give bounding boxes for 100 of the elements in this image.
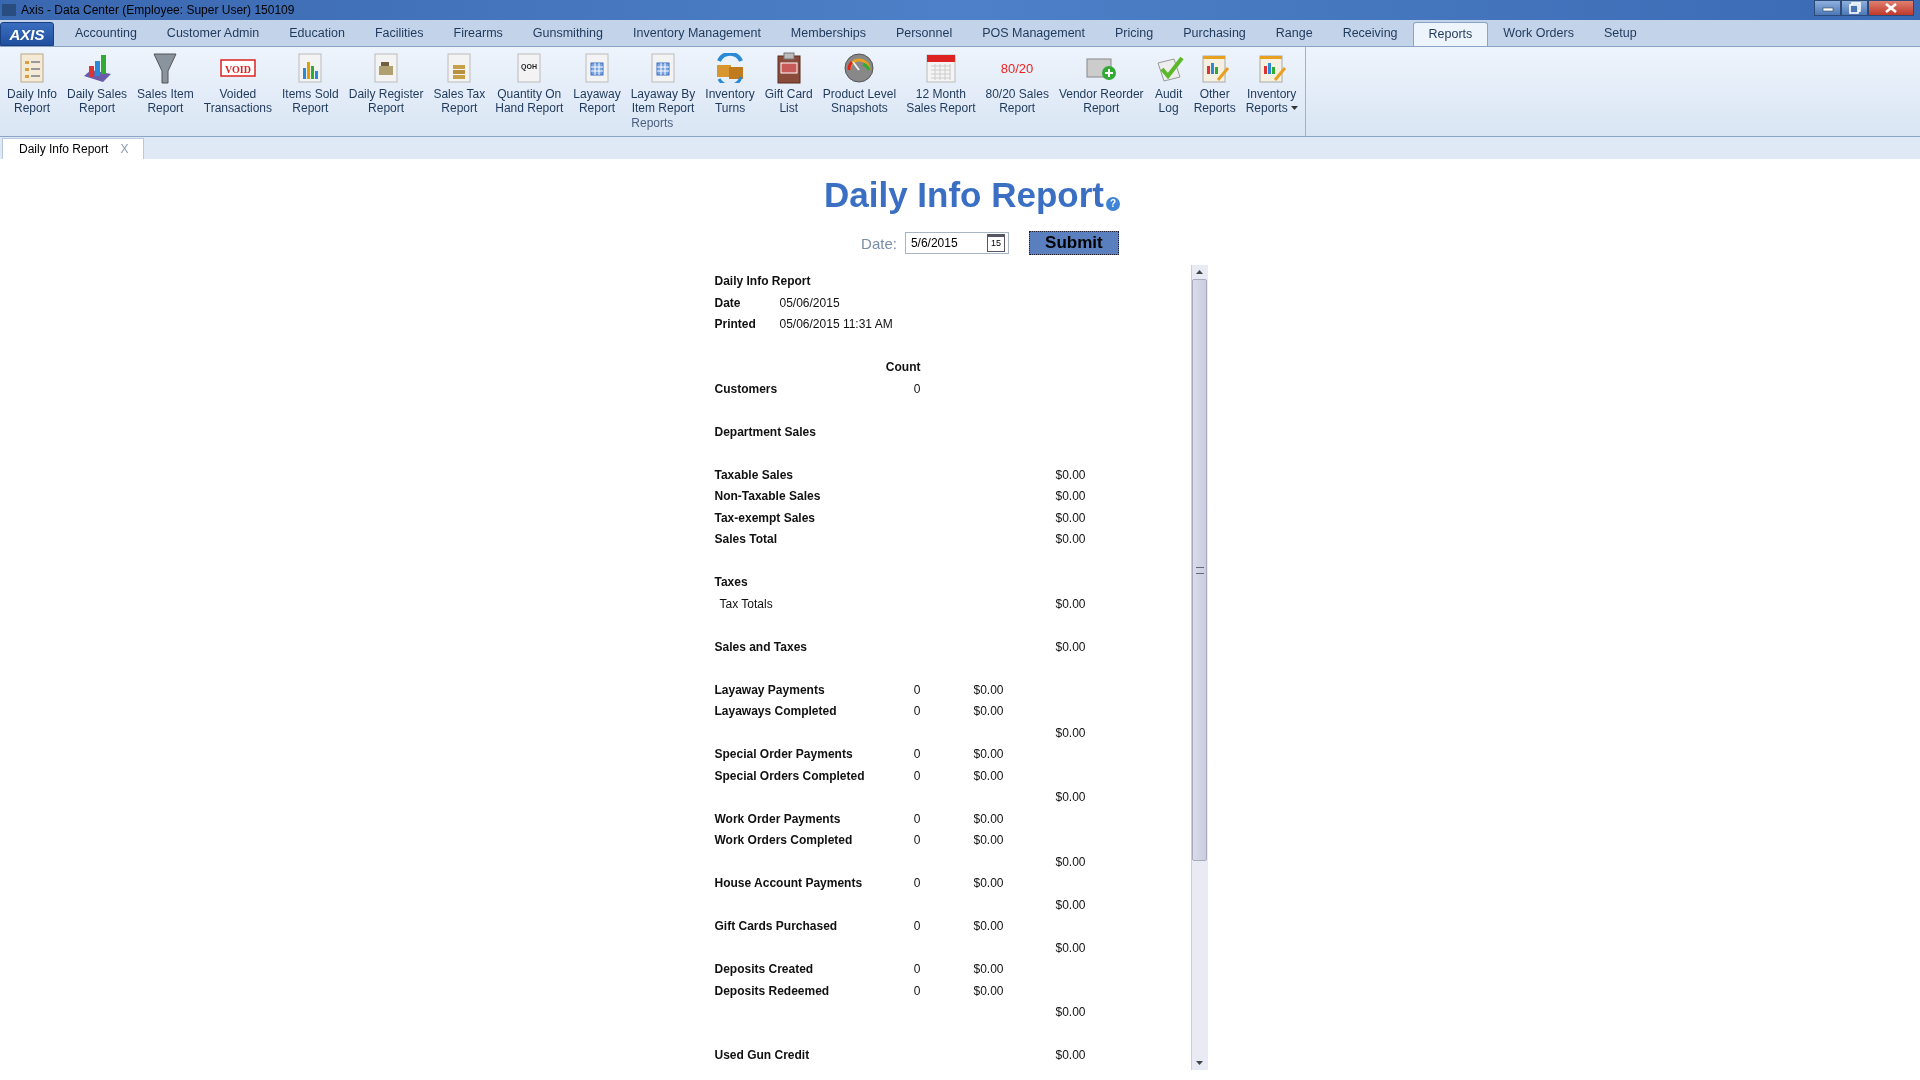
menu-tab[interactable]: Pricing	[1100, 22, 1169, 46]
window-title: Axis - Data Center (Employee: Super User) 150109	[21, 3, 296, 17]
total-value: $0.00	[1055, 790, 1086, 804]
ribbon-button[interactable]: Inventory Reports	[1240, 47, 1303, 115]
menu-tab[interactable]: Gunsmithing	[517, 22, 618, 46]
ribbon-button[interactable]: Layaway By Item Report	[625, 47, 701, 115]
row-label: House Account Payments	[714, 876, 863, 890]
row-label: Non-Taxable Sales	[714, 489, 821, 503]
menu-tab[interactable]: Receiving	[1327, 22, 1413, 46]
menu-tab[interactable]: Range	[1260, 22, 1328, 46]
total-value: $0.00	[1055, 467, 1086, 482]
ratio-icon: 80/20	[999, 54, 1036, 82]
help-button[interactable]: ?	[1106, 197, 1120, 211]
menu-tab[interactable]: POS Management	[967, 22, 1101, 46]
cash-register-icon	[373, 52, 400, 84]
row-label: Sales Total	[714, 532, 777, 546]
total-value: $0.00	[1055, 940, 1086, 955]
date-field[interactable]: 5/6/2015 15	[904, 232, 1009, 254]
amount-value: $0.00	[973, 833, 1004, 847]
ribbon-button[interactable]: Product Level Snapshots	[817, 47, 902, 115]
menu-tab[interactable]: Purchasing	[1168, 22, 1261, 46]
menu-tab[interactable]: Customer Admin	[151, 22, 275, 46]
document-tab-title[interactable]: Daily Info Report	[19, 142, 109, 156]
column-header: Count	[884, 359, 921, 376]
menu-tab[interactable]: Reports	[1412, 22, 1489, 46]
ribbon-button[interactable]: Other Reports	[1188, 47, 1241, 115]
report-edit-icon	[1199, 52, 1230, 84]
count-value: 0	[913, 833, 921, 847]
row-label: Layaway Payments	[714, 682, 825, 697]
menu-tab[interactable]: Firearms	[438, 22, 518, 46]
restore-icon	[1848, 2, 1861, 14]
minimize-button[interactable]	[1814, 0, 1841, 16]
field-label: Date	[714, 294, 742, 312]
coins-document-icon	[446, 52, 473, 84]
menu-tab[interactable]: Setup	[1588, 22, 1652, 46]
clipboard-icon	[775, 51, 802, 85]
menu-tab[interactable]: Work Orders	[1488, 22, 1589, 46]
ribbon-button[interactable]: 80/20 80/20 Sales Report	[980, 47, 1054, 115]
row-label: Used Gun Credit	[714, 1048, 810, 1062]
ribbon-button[interactable]: VOID Voided Transactions	[198, 47, 277, 115]
amount-value: $0.00	[973, 704, 1004, 718]
count-value: 0	[913, 876, 921, 890]
ribbon-button[interactable]: Layaway Report	[568, 47, 626, 115]
ribbon-button[interactable]: 12 Month Sales Report	[901, 47, 981, 115]
ribbon-button[interactable]: Audit Log	[1148, 47, 1189, 115]
app-menu-button[interactable]: AXIS	[0, 22, 54, 46]
ribbon-button[interactable]: Items Sold Report	[277, 47, 344, 115]
amount-value: $0.00	[973, 768, 1004, 783]
close-button[interactable]	[1868, 0, 1914, 16]
ribbon-button[interactable]: Daily Register Report	[343, 47, 429, 115]
row-label: Deposits Created	[714, 962, 814, 976]
ribbon-button[interactable]: Inventory Turns	[700, 47, 760, 115]
count-value: 0	[913, 962, 921, 976]
count-value: 0	[913, 919, 921, 933]
total-value: $0.00	[1055, 897, 1086, 912]
close-icon	[1884, 3, 1898, 13]
row-label: Special Orders Completed	[714, 768, 865, 783]
app-logo-icon	[2, 4, 16, 16]
count-value: 0	[913, 682, 921, 697]
menu-tab[interactable]: Memberships	[775, 22, 881, 46]
count-value: 0	[913, 747, 921, 761]
table-document-icon	[583, 52, 610, 84]
vertical-scrollbar[interactable]	[1190, 265, 1208, 1070]
count-value: 0	[913, 983, 921, 998]
stamp-icon: VOID	[219, 58, 256, 78]
ribbon-button[interactable]: Daily Sales Report	[62, 47, 133, 115]
amount-value: $0.00	[973, 811, 1004, 826]
total-value: $0.00	[1055, 639, 1086, 654]
date-label: Date:	[861, 234, 897, 252]
amount-value: $0.00	[973, 962, 1004, 976]
submit-button[interactable]: Submit	[1028, 231, 1119, 255]
total-value: $0.00	[1055, 1005, 1086, 1019]
ribbon-button[interactable]: Vendor Reorder Report	[1053, 47, 1149, 115]
scrollbar-thumb[interactable]	[1192, 279, 1207, 861]
funnel-icon	[151, 51, 180, 85]
menu-tab[interactable]: Education	[274, 22, 360, 46]
ribbon-group-label: Reports	[631, 116, 674, 130]
gauge-icon	[843, 52, 876, 84]
count-value: 0	[913, 381, 921, 396]
row-label: Taxable Sales	[714, 467, 793, 482]
total-value: $0.00	[1055, 596, 1086, 611]
ribbon-button[interactable]: Daily Info Report	[2, 47, 63, 115]
calendar-button[interactable]: 15	[986, 234, 1005, 252]
amount-value: $0.00	[973, 919, 1004, 933]
restore-button[interactable]	[1841, 0, 1868, 16]
document-tab[interactable]: Daily Info Report X	[2, 138, 145, 159]
amount-value: $0.00	[973, 682, 1004, 697]
count-value: 0	[913, 768, 921, 783]
ribbon-button[interactable]: Sales Item Report	[132, 47, 199, 115]
calendar-icon	[924, 52, 957, 84]
menu-tab[interactable]: Inventory Management	[618, 22, 776, 46]
row-label: Department Sales	[714, 424, 816, 439]
ribbon-button[interactable]: Sales Tax Report	[428, 47, 491, 115]
menu-tab[interactable]: Personnel	[880, 22, 968, 46]
menu-tab[interactable]: Accounting	[60, 22, 152, 46]
minimize-icon	[1821, 4, 1834, 12]
field-value: 05/06/2015 11:31 AM	[779, 316, 893, 333]
ribbon-button[interactable]: Gift Card List	[759, 47, 818, 115]
menu-tab[interactable]: Facilities	[359, 22, 439, 46]
row-label: Special Order Payments	[714, 747, 853, 761]
